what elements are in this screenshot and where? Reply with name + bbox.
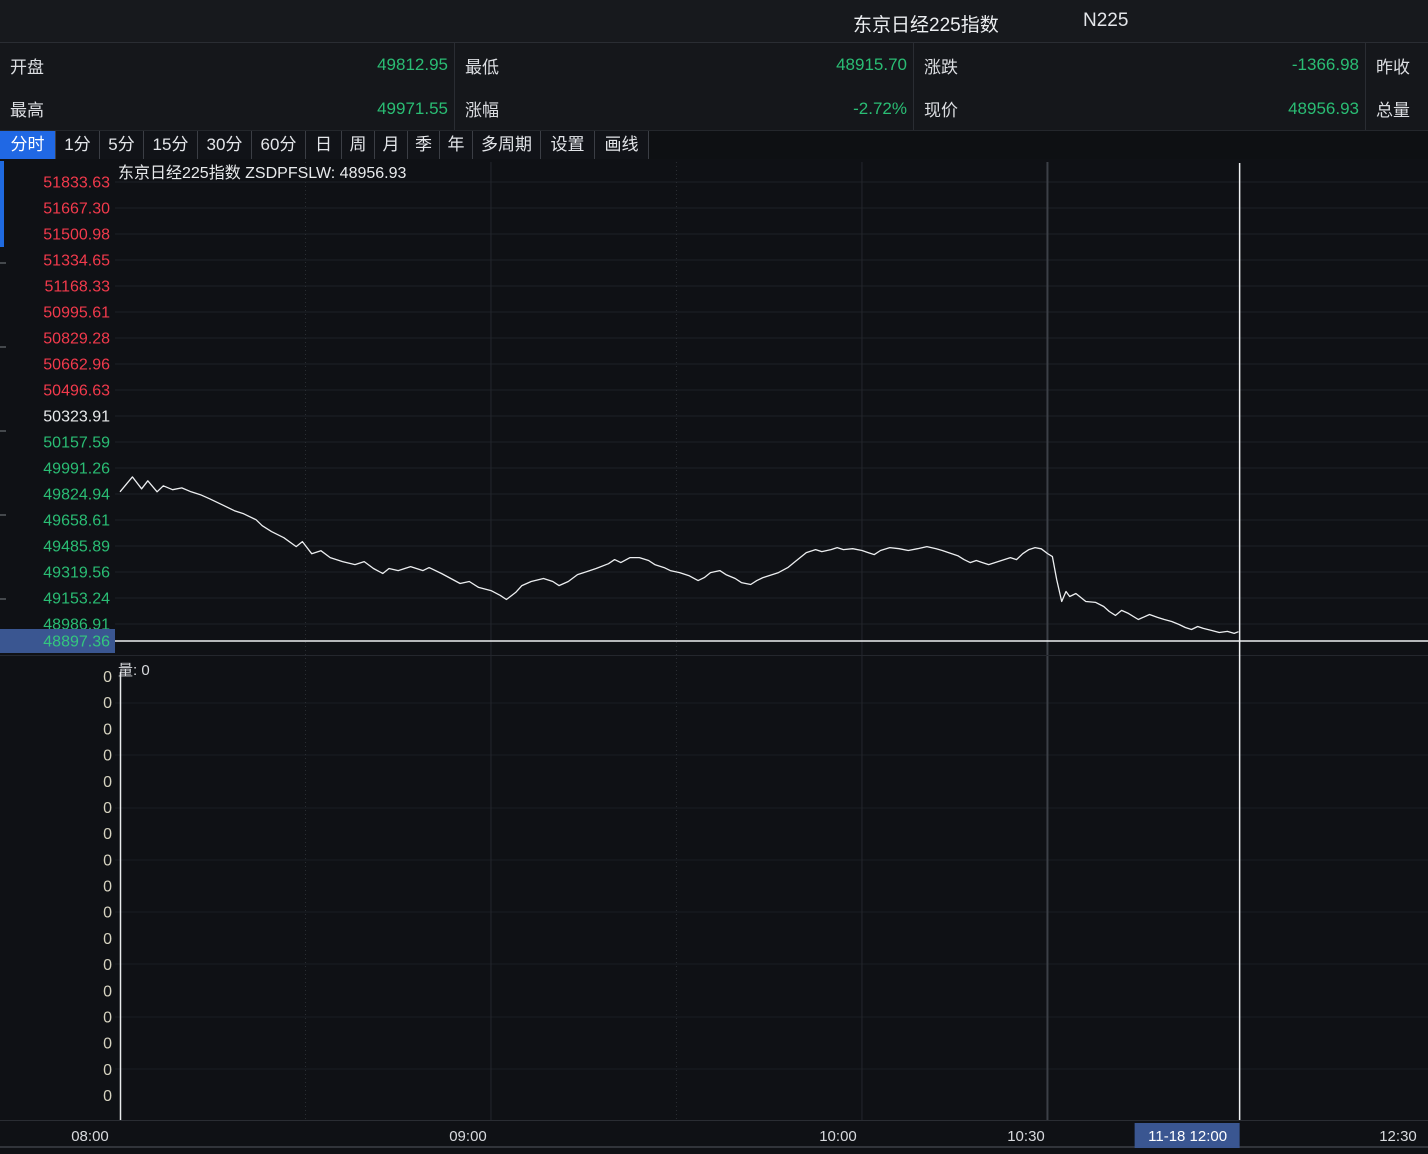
quote-label: 最高: [10, 96, 44, 121]
volume-axis-label: 0: [103, 957, 112, 974]
time-axis-label: 09:00: [449, 1128, 487, 1145]
volume-axis-label: 0: [103, 721, 112, 738]
price-axis-label: 51500.98: [43, 227, 110, 244]
quote-field: 最低 48915.70: [455, 43, 914, 87]
quote-label: 最低: [465, 53, 499, 78]
time-axis-label: 10:30: [1007, 1128, 1045, 1145]
scroll-indicator[interactable]: [0, 161, 4, 247]
volume-axis-label: 0: [103, 905, 112, 922]
time-axis-label: 10:00: [819, 1128, 857, 1145]
tab-1分[interactable]: 1分: [56, 131, 100, 159]
tab-年[interactable]: 年: [440, 131, 473, 159]
price-axis-label: 49658.61: [43, 513, 110, 530]
quote-label: 昨收: [1376, 53, 1410, 78]
quote-value: 49812.95: [377, 55, 448, 75]
price-axis-label: 51833.63: [43, 175, 110, 192]
price-axis-label: 50157.59: [43, 435, 110, 452]
price-axis-label: 49824.94: [43, 487, 110, 504]
volume-axis-label: 0: [103, 669, 112, 686]
price-axis-label: 51168.33: [44, 279, 110, 296]
volume-axis-label: 0: [103, 1088, 112, 1105]
volume-axis-label: 0: [103, 852, 112, 869]
tab-30分[interactable]: 30分: [198, 131, 252, 159]
quote-field: 最高 49971.55: [0, 87, 455, 130]
price-axis-label: 49319.56: [43, 565, 110, 582]
price-axis-label: 50829.28: [43, 331, 110, 348]
price-axis-label: 50496.63: [43, 383, 110, 400]
quote-bar: 开盘 49812.95 最低 48915.70 涨跌 -1366.98 昨收最高 49971.…: [0, 43, 1428, 131]
tab-bar-filler: [649, 131, 1428, 159]
tab-季[interactable]: 季: [408, 131, 440, 159]
volume-axis-label: 0: [103, 931, 112, 948]
time-axis-label: 08:00: [71, 1128, 109, 1145]
quote-field: 涨幅 -2.72%: [455, 87, 914, 130]
price-volume-chart[interactable]: 51833.63 51667.30 51500.98 51334.65 51168.33…: [0, 159, 1428, 1149]
tab-画线[interactable]: 画线: [595, 131, 649, 159]
tab-分时[interactable]: 分时: [0, 131, 56, 159]
volume-axis-label: 0: [103, 983, 112, 1000]
price-line: [120, 477, 1239, 634]
volume-axis-label: 0: [103, 1062, 112, 1079]
quote-value: -1366.98: [1292, 55, 1359, 75]
volume-axis-label: 0: [103, 1036, 112, 1053]
quote-field: 昨收: [1366, 43, 1428, 87]
tab-月[interactable]: 月: [375, 131, 408, 159]
price-axis-label: 51334.65: [43, 253, 110, 270]
tab-15分[interactable]: 15分: [144, 131, 198, 159]
quote-value: 49971.55: [377, 99, 448, 119]
period-tab-bar: 分时1分5分15分30分60分日周月季年多周期设置画线: [0, 131, 1428, 160]
quote-field: 现价 48956.93: [914, 87, 1366, 130]
quote-field: 总量: [1366, 87, 1428, 130]
instrument-title: 东京日经225指数: [853, 10, 999, 37]
volume-axis-label: 0: [103, 774, 112, 791]
quote-label: 现价: [924, 96, 958, 121]
tab-多周期[interactable]: 多周期: [473, 131, 541, 159]
crosshair-time-label: 11-18 12:00: [1148, 1128, 1227, 1145]
volume-axis-label: 0: [103, 826, 112, 843]
chart-legend: 东京日经225指数 ZSDPFSLW: 48956.93: [118, 164, 407, 182]
tab-5分[interactable]: 5分: [100, 131, 144, 159]
time-axis-label: 12:30: [1379, 1128, 1417, 1145]
price-axis-label: 49485.89: [43, 539, 110, 556]
title-bar: 东京日经225指数 N225: [0, 0, 1428, 43]
price-axis-label: 50323.91: [43, 409, 110, 426]
tab-日[interactable]: 日: [306, 131, 342, 159]
volume-axis-label: 0: [103, 1009, 112, 1026]
tab-周[interactable]: 周: [342, 131, 375, 159]
volume-axis-label: 0: [103, 879, 112, 896]
price-axis-label: 50662.96: [43, 357, 110, 374]
price-axis-label: 49991.26: [43, 461, 110, 478]
quote-value: 48915.70: [836, 55, 907, 75]
quote-label: 涨跌: [924, 53, 958, 78]
volume-axis-label: 0: [103, 695, 112, 712]
quote-label: 总量: [1376, 96, 1410, 121]
volume-legend: 量: 0: [118, 662, 150, 679]
tab-设置[interactable]: 设置: [541, 131, 595, 159]
quote-label: 涨幅: [465, 96, 499, 121]
quote-field: 开盘 49812.95: [0, 43, 455, 87]
tab-60分[interactable]: 60分: [252, 131, 306, 159]
crosshair-price-label: 48897.36: [43, 633, 110, 650]
quote-field: 涨跌 -1366.98: [914, 43, 1366, 87]
quote-label: 开盘: [10, 53, 44, 78]
price-axis-label: 49153.24: [43, 591, 110, 608]
volume-axis-label: 0: [103, 800, 112, 817]
quote-value: -2.72%: [853, 99, 907, 119]
chart-area[interactable]: 51833.63 51667.30 51500.98 51334.65 51168.33…: [0, 159, 1428, 1149]
trading-app-window: { "window": { "title": "东京日经225指数", "sym…: [0, 0, 1428, 1149]
quote-value: 48956.93: [1288, 99, 1359, 119]
price-axis-label: 51667.30: [43, 201, 110, 218]
price-axis-label: 50995.61: [43, 305, 110, 322]
volume-axis-label: 0: [103, 748, 112, 765]
instrument-symbol: N225: [1083, 10, 1128, 32]
